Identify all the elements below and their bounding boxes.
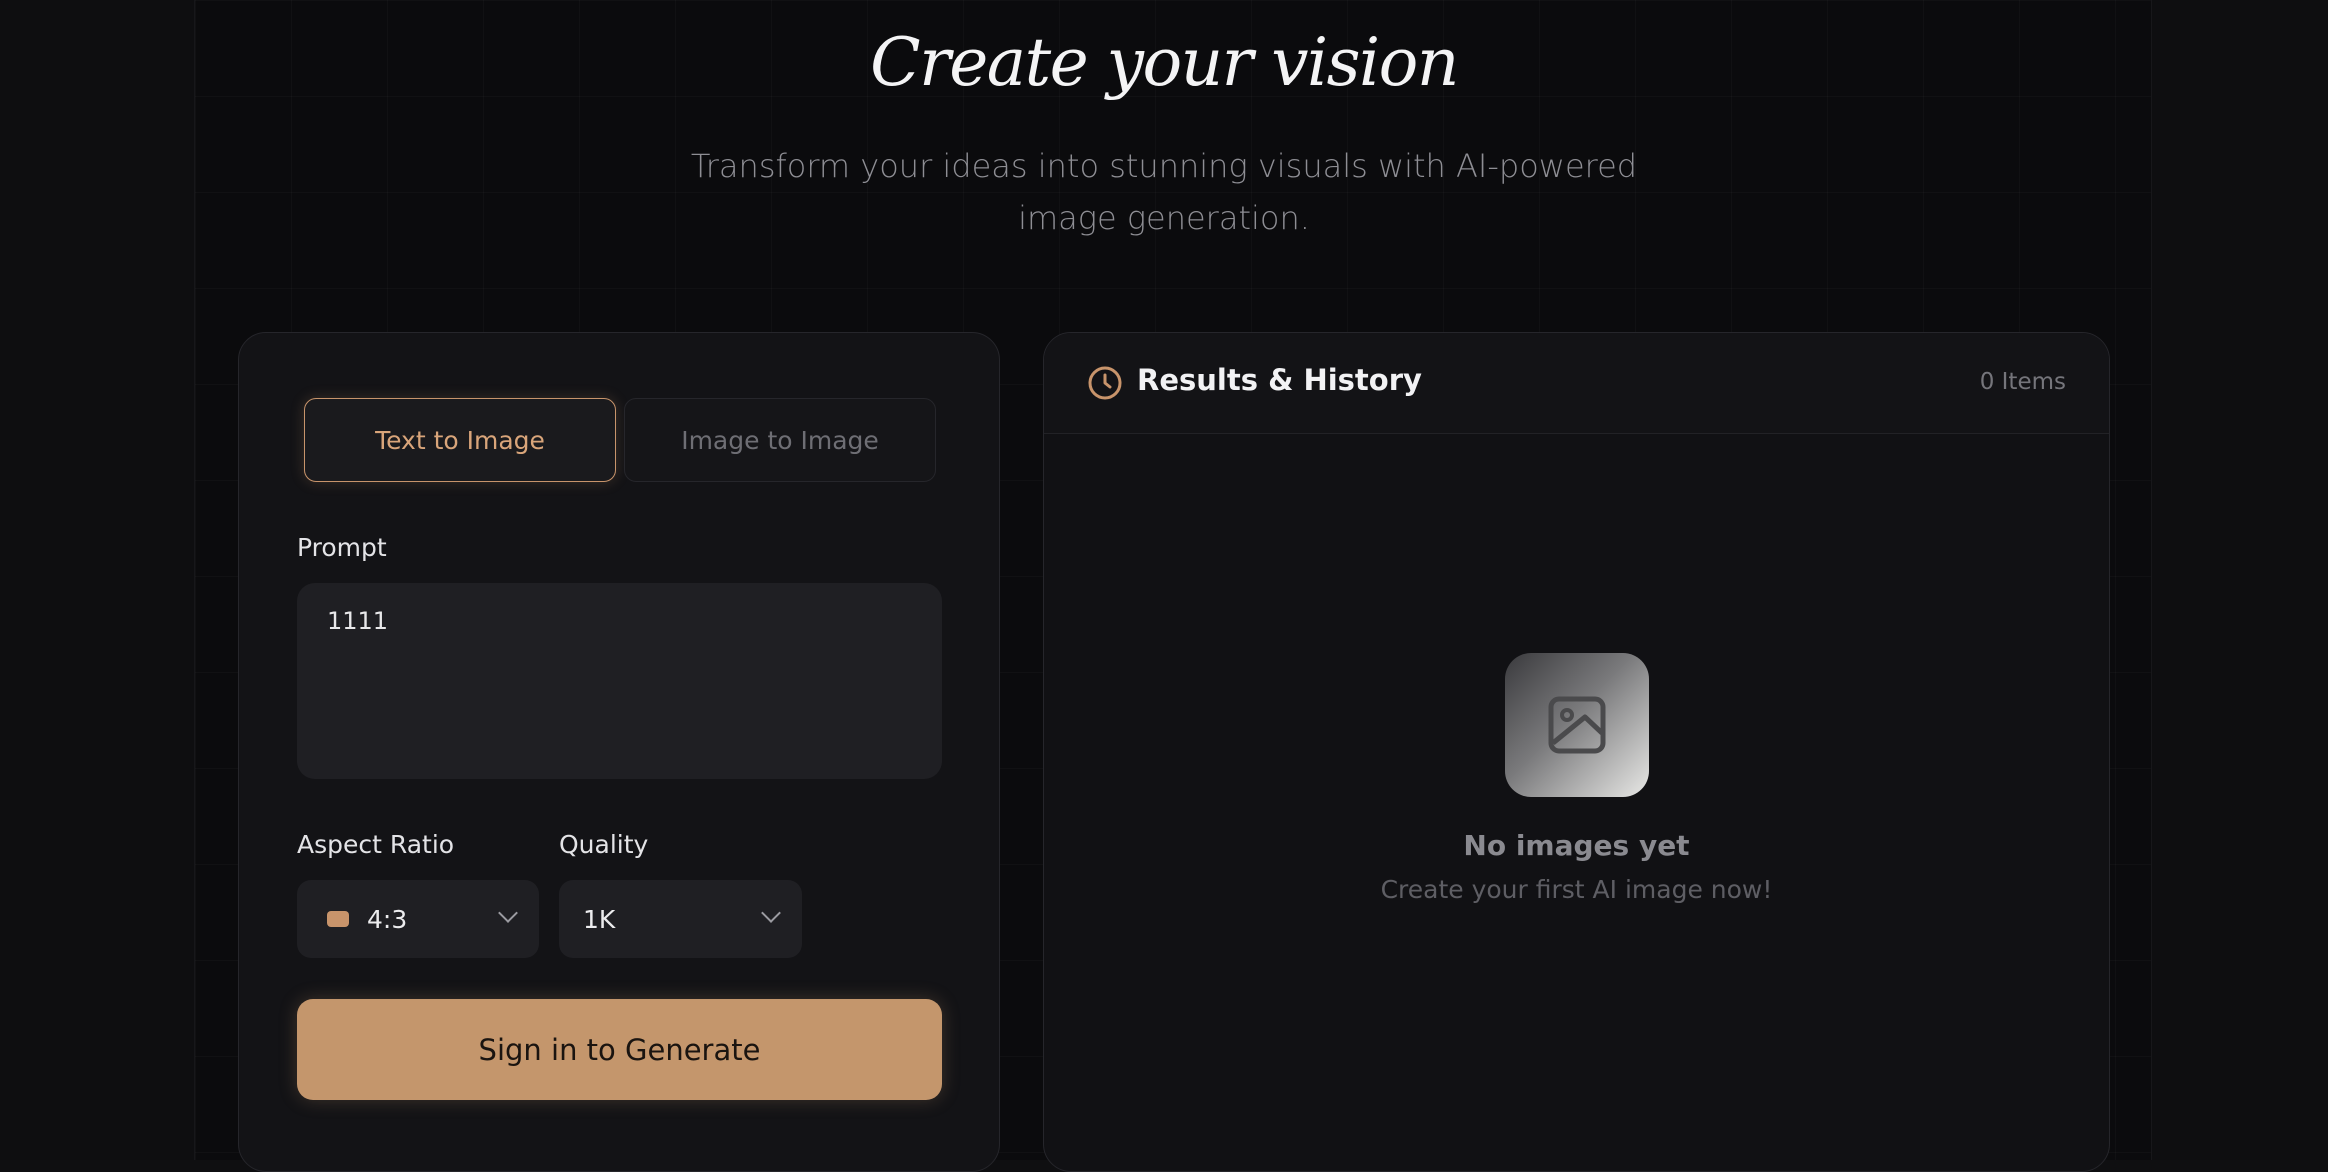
- quality-select[interactable]: 1K: [559, 880, 802, 958]
- quality-label: Quality: [559, 830, 649, 859]
- tab-text-to-image[interactable]: Text to Image: [304, 398, 616, 482]
- image-icon: [1548, 696, 1606, 754]
- empty-state-tile: [1505, 653, 1649, 797]
- clock-icon: [1088, 366, 1122, 400]
- empty-state-subtitle: Create your first AI image now!: [1380, 875, 1773, 904]
- results-header: Results & History 0 Items: [1044, 333, 2109, 434]
- prompt-input[interactable]: [297, 583, 942, 779]
- hero-subtitle: Transform your ideas into stunning visua…: [690, 147, 1638, 237]
- chevron-down-icon: [761, 903, 781, 923]
- quality-value: 1K: [583, 904, 616, 934]
- chevron-down-icon: [498, 903, 518, 923]
- generate-button[interactable]: Sign in to Generate: [297, 999, 942, 1100]
- aspect-ratio-swatch-icon: [327, 911, 349, 927]
- results-title: Results & History: [1137, 363, 1422, 397]
- prompt-label: Prompt: [297, 533, 387, 562]
- empty-state-title: No images yet: [1463, 829, 1690, 862]
- generator-panel: Text to Image Image to Image Prompt Aspe…: [238, 332, 1000, 1172]
- hero-title: Create your vision: [870, 24, 1459, 101]
- tab-image-to-image[interactable]: Image to Image: [624, 398, 936, 482]
- aspect-ratio-label: Aspect Ratio: [297, 830, 455, 859]
- items-count: 0 Items: [1979, 369, 2066, 395]
- aspect-ratio-value: 4:3: [367, 904, 408, 934]
- aspect-ratio-select[interactable]: 4:3: [297, 880, 539, 958]
- results-panel: Results & History 0 Items No images yet …: [1043, 332, 2110, 1172]
